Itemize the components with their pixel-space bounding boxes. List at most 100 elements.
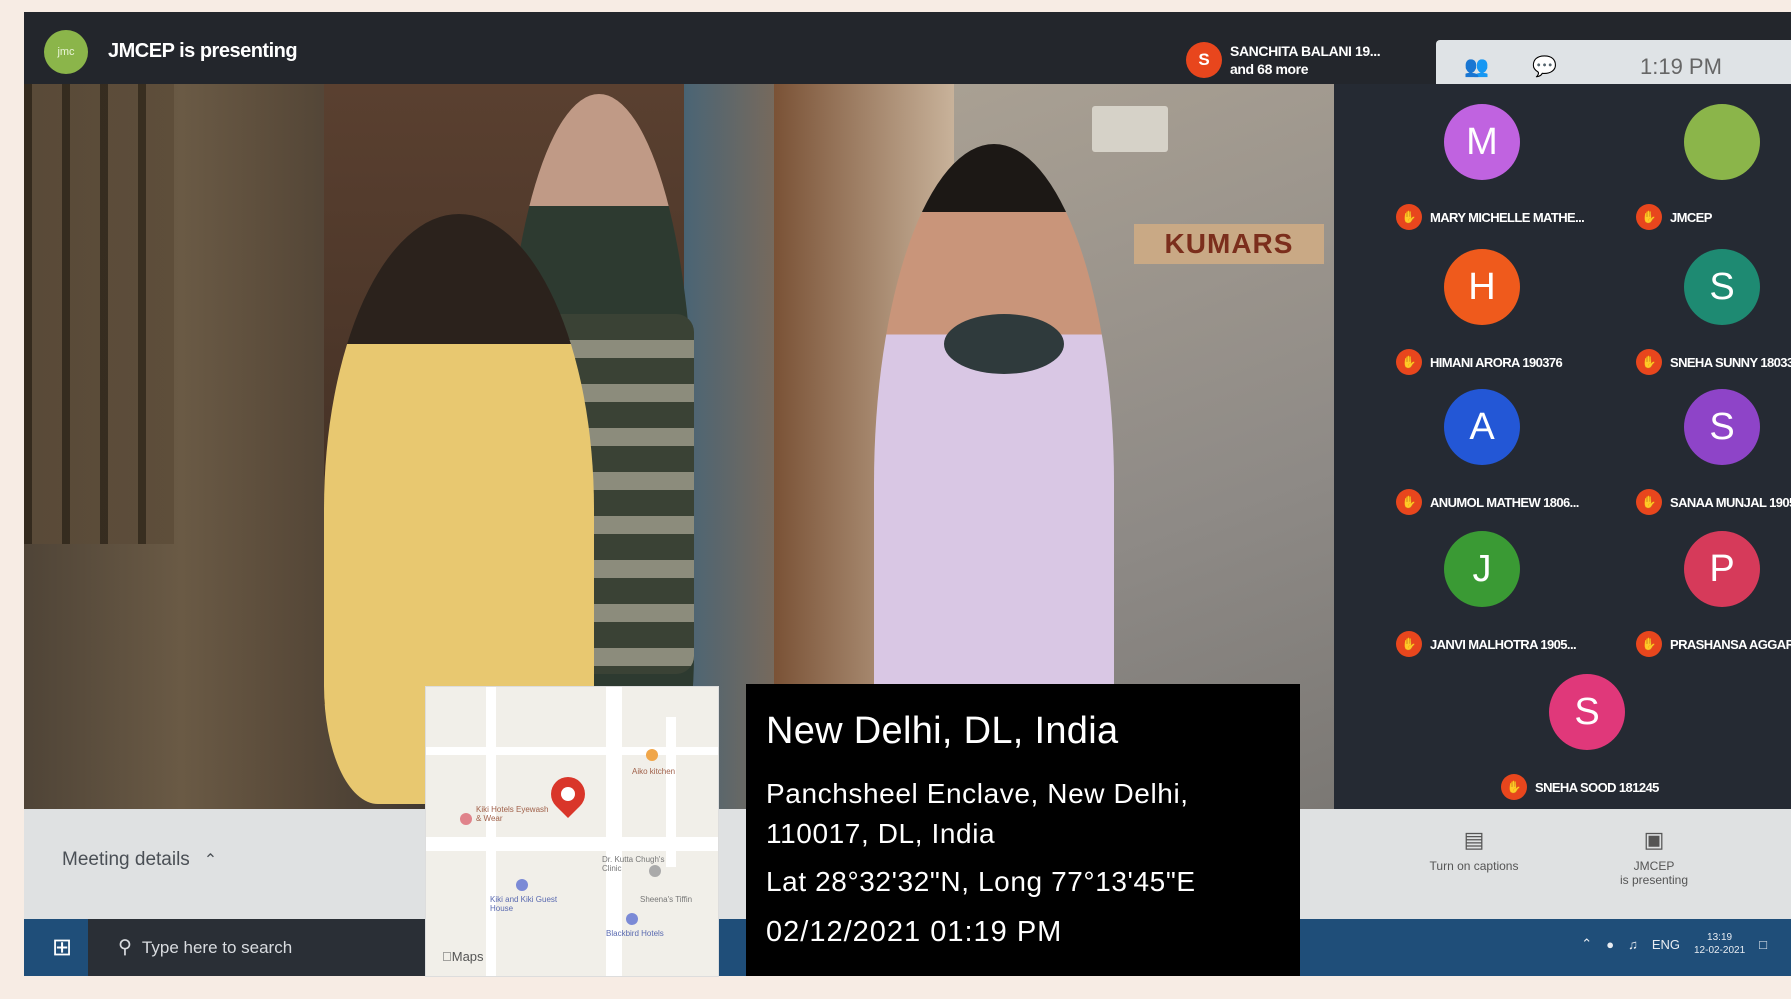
raised-hand-icon: ✋ — [1501, 774, 1527, 800]
raised-hand-name: SANCHITA BALANI 19... — [1230, 43, 1381, 59]
poi-label: Sheena's Tiffin — [640, 895, 693, 904]
participant-tile[interactable]: M ✋ MARY MICHELLE MATHE... — [1384, 104, 1614, 244]
poi-marker — [626, 913, 638, 925]
participant-tile[interactable]: H ✋ HIMANI ARORA 190376 — [1384, 249, 1614, 389]
presenting-title: JMCEP is presenting — [108, 40, 298, 62]
raised-hand-icon: ✋ — [1396, 631, 1422, 657]
participant-name: SNEHA SOOD 181245 — [1535, 779, 1659, 795]
participant-avatar — [1684, 104, 1760, 180]
participant-name: HIMANI ARORA 190376 — [1430, 354, 1563, 370]
poi-label: Aiko kitchen — [632, 767, 676, 776]
participant-avatar: H — [1444, 249, 1520, 325]
participant-name-row: ✋ SNEHA SUNNY 180336 — [1636, 349, 1791, 375]
participant-name: MARY MICHELLE MATHE... — [1430, 209, 1585, 225]
participant-tile[interactable]: A ✋ ANUMOL MATHEW 1806... — [1384, 389, 1614, 529]
participant-tile[interactable]: P ✋ PRASHANSA AGGARWA — [1624, 531, 1791, 671]
chat-icon[interactable]: 💬 — [1532, 54, 1557, 79]
participant-avatar: P — [1684, 531, 1760, 607]
meeting-details-label: Meeting details — [62, 849, 190, 870]
participant-name: SANAA MUNJAL 19057 — [1670, 494, 1791, 510]
participant-avatar: A — [1444, 389, 1520, 465]
participant-name-row: ✋ PRASHANSA AGGARWA — [1636, 631, 1791, 657]
microphone-icon[interactable]: ● — [1606, 937, 1614, 952]
meeting-details-button[interactable]: Meeting details ⌃ — [62, 849, 217, 871]
presenter-avatar: jmc — [44, 30, 88, 74]
participant-tile[interactable]: S ✋ SNEHA SOOD 181245 — [1489, 674, 1719, 814]
taskbar-date: 12-02-2021 — [1693, 945, 1746, 956]
captions-label: Turn on captions — [1429, 859, 1519, 873]
poi-label: Dr. Kutta Chugh's Clinic — [602, 855, 665, 873]
window-grill — [24, 84, 174, 544]
chevron-up-icon: ⌃ — [203, 852, 218, 869]
participant-avatar: J — [1444, 531, 1520, 607]
taskbar-clock[interactable]: 13:19 12-02-2021 — [1694, 931, 1745, 957]
meeting-clock: 1:19 PM — [1640, 54, 1722, 79]
people-icon[interactable]: 👥 — [1464, 54, 1489, 79]
participant-name-row: ✋ HIMANI ARORA 190376 — [1396, 349, 1563, 375]
raised-hand-icon: ✋ — [1396, 204, 1422, 230]
participant-name: ANUMOL MATHEW 1806... — [1430, 494, 1579, 510]
participant-name-row: ✋ MARY MICHELLE MATHE... — [1396, 204, 1585, 230]
participant-name-row: ✋ ANUMOL MATHEW 1806... — [1396, 489, 1579, 515]
neck-scarf — [944, 314, 1064, 374]
switchboard — [1092, 106, 1168, 152]
taskbar-time: 13:19 — [1707, 932, 1733, 943]
presenting-label-2: is presenting — [1619, 873, 1689, 887]
raised-hand-icon: ✋ — [1636, 349, 1662, 375]
participant-tile[interactable]: ✋ JMCEP — [1624, 104, 1791, 244]
windows-start-icon[interactable]: ⊞ — [52, 933, 72, 962]
poi-label: Blackbird Hotels — [606, 929, 664, 938]
participant-name-row: ✋ SNEHA SOOD 181245 — [1501, 774, 1659, 800]
captions-button[interactable]: ▤ Turn on captions — [1404, 827, 1544, 873]
poi-marker — [516, 879, 528, 891]
participant-name: PRASHANSA AGGARWA — [1670, 636, 1791, 652]
participant-name: JMCEP — [1670, 209, 1712, 225]
participant-avatar: M — [1444, 104, 1520, 180]
participant-name: SNEHA SUNNY 180336 — [1670, 354, 1791, 370]
raised-hand-icon: ✋ — [1396, 349, 1422, 375]
meeting-top-bar: jmc JMCEP is presenting S SANCHITA BALAN… — [24, 12, 1791, 94]
geotag-address-line1: Panchsheel Enclave, New Delhi, — [766, 778, 1189, 809]
poi-marker — [460, 813, 472, 825]
map-pin-center — [561, 787, 575, 801]
present-icon: ▣ — [1643, 827, 1665, 852]
participants-panel: M ✋ MARY MICHELLE MATHE... ✋ JMCEP H ✋ HIMANI A… — [1334, 84, 1791, 809]
geotag-overlay: New Delhi, DL, India Panchsheel Enclave,… — [746, 684, 1300, 976]
nameplate: KUMARS — [1134, 224, 1324, 264]
chevron-up-icon[interactable]: ⌃ — [1581, 936, 1592, 952]
raised-hand-icon: ✋ — [1636, 631, 1662, 657]
participant-tile[interactable]: S ✋ SANAA MUNJAL 19057 — [1624, 389, 1791, 529]
raised-hand-more: and 68 more — [1230, 61, 1309, 77]
participant-name-row: ✋ JANVI MALHOTRA 1905... — [1396, 631, 1577, 657]
location-map-thumbnail: Aiko kitchen Kiki Hotels Eyewash & Wear … — [425, 686, 719, 977]
geotag-datetime: 02/12/2021 01:19 PM — [766, 916, 1063, 948]
geotag-city: New Delhi, DL, India — [766, 710, 1119, 752]
participant-tile[interactable]: S ✋ SNEHA SUNNY 180336 — [1624, 249, 1791, 389]
participant-name-row: ✋ SANAA MUNJAL 19057 — [1636, 489, 1791, 515]
raised-hand-icon: ✋ — [1636, 204, 1662, 230]
raised-hand-icon: ✋ — [1396, 489, 1422, 515]
notification-icon[interactable]: □ — [1759, 937, 1767, 952]
poi-label: Kiki Hotels Eyewash & Wear — [476, 805, 549, 823]
volume-icon[interactable]: ♫ — [1628, 937, 1638, 952]
poi-label: Kiki and Kiki Guest House — [490, 895, 558, 913]
language-indicator[interactable]: ENG — [1652, 937, 1680, 952]
geotag-address-line2: 110017, DL, India — [766, 818, 996, 849]
participant-tile[interactable]: J ✋ JANVI MALHOTRA 1905... — [1384, 531, 1614, 671]
search-icon: ⚲ — [118, 937, 132, 958]
maps-attribution: Maps — [442, 949, 484, 964]
poi-marker — [646, 749, 658, 761]
participant-name-row: ✋ JMCEP — [1636, 204, 1712, 230]
participant-name: JANVI MALHOTRA 1905... — [1430, 636, 1577, 652]
maps-label: Maps — [442, 949, 484, 964]
geotag-coordinates: Lat 28°32'32"N, Long 77°13'45"E — [766, 866, 1196, 897]
raised-hand-avatar[interactable]: S — [1186, 42, 1222, 78]
raised-hand-summary[interactable]: SANCHITA BALANI 19... and 68 more — [1230, 42, 1381, 78]
participant-avatar: S — [1684, 389, 1760, 465]
captions-icon: ▤ — [1463, 827, 1485, 852]
geotag-address: Panchsheel Enclave, New Delhi, 110017, D… — [766, 774, 1189, 854]
taskbar-search[interactable]: ⚲ Type here to search — [88, 919, 428, 976]
presenting-button[interactable]: ▣ JMCEP is presenting — [1584, 827, 1724, 887]
participant-avatar: S — [1684, 249, 1760, 325]
presenting-label-1: JMCEP — [1633, 859, 1675, 873]
